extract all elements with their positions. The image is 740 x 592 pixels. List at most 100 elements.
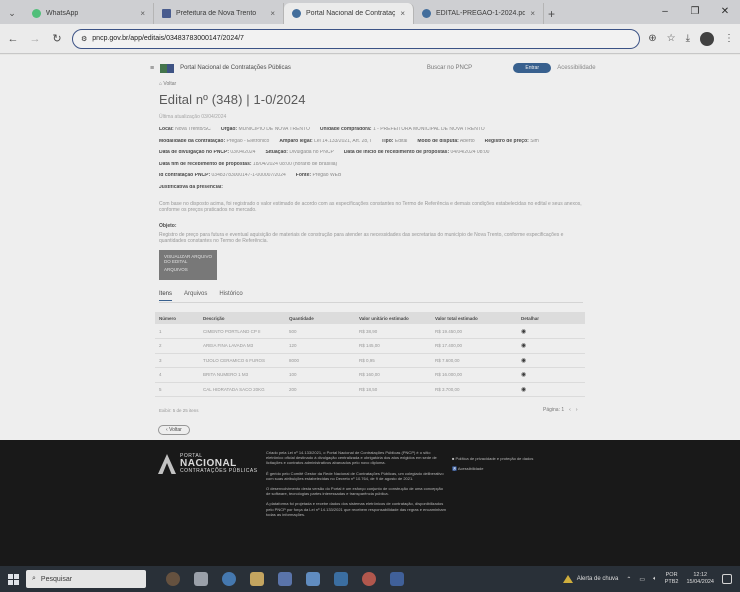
new-tab-button[interactable]: + [548, 3, 555, 24]
col-quantidade: Quantidade [285, 312, 355, 324]
pager-summary: Exibir: 5 de 25 itens [159, 408, 199, 413]
tab-historico[interactable]: Histórico [219, 291, 242, 301]
reload-icon[interactable]: ↻ [50, 32, 64, 45]
notification-icon[interactable] [722, 574, 732, 584]
gov-logo-icon[interactable] [160, 63, 175, 73]
col-detalhar: Detalhar [517, 312, 585, 324]
clock[interactable]: 12:12 15/04/2024 [686, 572, 714, 586]
login-button[interactable]: Entrar [513, 63, 552, 73]
footer-link-accessibility[interactable]: ♿ Acessibilidade [452, 464, 533, 474]
close-icon[interactable]: × [270, 9, 275, 18]
items-table: Número Descrição Quantidade Valor unitár… [155, 312, 585, 397]
window-controls: – ❐ ✕ [650, 0, 740, 22]
menu-dots-icon[interactable]: ⋮ [724, 33, 734, 44]
start-button[interactable] [0, 566, 26, 592]
edge-icon[interactable] [222, 572, 236, 586]
footer-link-privacy[interactable]: ■ Política de privacidade e proteção de … [452, 454, 533, 464]
system-tray: Alerta de chuva ⌃ ▭ 🔈︎ POR PTB2 12:12 15… [562, 572, 740, 586]
hamburger-menu-icon[interactable]: ≡ [150, 65, 154, 72]
table-row: 1 CIMENTO PORTLAND CP II 500 R$ 38,90 R$ 19.… [155, 324, 585, 339]
close-icon[interactable]: × [140, 9, 145, 18]
forward-arrow-icon[interactable]: → [28, 33, 42, 45]
prev-page-icon[interactable]: ‹ [569, 407, 571, 413]
table-cell: CAL HIDRATADA SACO 20KG [199, 382, 285, 397]
whatsapp-favicon-icon [32, 9, 41, 18]
objeto-label: Objeto: [159, 223, 177, 229]
detail-field: Órgão: MUNICIPIO DE NOVA TRENTO [220, 127, 310, 132]
table-cell: R$ 3.700,00 [431, 382, 517, 397]
footer-logo-text: PORTAL NACIONAL CONTRATAÇÕES PÚBLICAS [180, 453, 258, 474]
table-cell: CIMENTO PORTLAND CP II [199, 324, 285, 339]
table-row: 4 BRITA NUMERO 1 M3 100 R$ 160,00 R$ 16.000,… [155, 367, 585, 383]
address-bar[interactable]: ⚙ pncp.gov.br/app/editais/03483783000147… [72, 28, 641, 49]
download-icon[interactable]: ⤓ [686, 33, 690, 44]
browser-tab-pncp[interactable]: Portal Nacional de Contratação × [284, 3, 414, 24]
accessibility-link[interactable]: Acessibilidade [557, 65, 595, 71]
pncp-footer-logo[interactable]: PORTAL NACIONAL CONTRATAÇÕES PÚBLICAS [158, 454, 258, 474]
edital-file-thumbnail[interactable]: VISUALIZAR ARQUIVO DO EDITAL ARQUIVOS [159, 250, 217, 280]
file-explorer-icon[interactable] [250, 572, 264, 586]
weather-alert-icon [562, 575, 573, 583]
screenshot: ⌄ WhatsApp × Prefeitura de Nova Trento ×… [0, 0, 740, 592]
profile-avatar[interactable] [700, 31, 714, 46]
calendar-icon[interactable] [278, 572, 292, 586]
close-window-icon[interactable]: ✕ [710, 0, 740, 22]
back-button[interactable]: ‹ Voltar [158, 425, 190, 435]
table-cell: AREIA FINA LAVADA M3 [199, 338, 285, 354]
detail-row: Data de divulgação no PNCP: 03/04/2024 Si… [159, 150, 589, 162]
tab-arquivos[interactable]: Arquivos [184, 291, 207, 301]
url-text[interactable]: pncp.gov.br/app/editais/03483783000147/2… [92, 35, 244, 42]
detail-row: Data fim de recebimento de propostas: 18… [159, 162, 589, 174]
tray-chevron-icon[interactable]: ⌃ [626, 576, 631, 583]
site-info-icon[interactable]: ⚙ [81, 35, 87, 43]
view-details-icon[interactable]: ◉ [517, 382, 585, 397]
table-cell: BRITA NUMERO 1 M3 [199, 367, 285, 383]
tab-title: WhatsApp [46, 10, 79, 17]
breadcrumb[interactable]: ⌂ Voltar [159, 81, 176, 87]
mail-icon[interactable] [334, 572, 348, 586]
view-details-icon[interactable]: ◉ [517, 353, 585, 368]
view-details-icon[interactable]: ◉ [517, 367, 585, 383]
weather-widget[interactable]: Alerta de chuva [562, 575, 618, 583]
detail-row: Id contratação PNCP: 03483783000147-1-00… [159, 173, 589, 185]
browser-tab-pdf[interactable]: EDITAL-PREGAO-1-2024.pdf × [414, 3, 544, 24]
browser-tab-prefeitura[interactable]: Prefeitura de Nova Trento × [154, 3, 284, 24]
prefeitura-favicon-icon [162, 9, 171, 18]
pdf-favicon-icon [422, 9, 431, 18]
detail-field: Fonte: Pregão WEB [295, 173, 342, 178]
language-indicator[interactable]: POR PTB2 [665, 572, 679, 586]
word-icon[interactable] [390, 572, 404, 586]
taskbar-search-input[interactable]: ⌕ Pesquisar [26, 570, 146, 588]
detail-field: Registro de preço: Sim [484, 138, 539, 144]
site-search-input[interactable]: Buscar no PNCP [427, 65, 472, 71]
maximize-icon[interactable]: ❐ [680, 0, 710, 22]
col-descricao: Descrição [199, 312, 285, 324]
task-view-icon[interactable] [194, 572, 208, 586]
close-icon[interactable]: × [400, 9, 405, 18]
tab-title: EDITAL-PREGAO-1-2024.pdf [436, 10, 526, 17]
next-page-icon[interactable]: › [576, 407, 578, 413]
detail-field: Justificativa da presencial: [159, 184, 223, 190]
tab-itens[interactable]: Itens [159, 291, 173, 301]
taskbar-apps [166, 572, 404, 586]
table-cell: 1 [155, 324, 199, 339]
zoom-icon[interactable]: ⊕ [648, 33, 656, 44]
view-details-icon[interactable]: ◉ [517, 324, 585, 339]
volume-icon[interactable]: 🔈︎ [653, 576, 657, 583]
bookmark-star-icon[interactable]: ☆ [667, 33, 676, 44]
browser-tab-whatsapp[interactable]: WhatsApp × [24, 3, 154, 24]
back-arrow-icon[interactable]: ← [6, 33, 20, 45]
detail-field: Data fim de recebimento de propostas: 18… [159, 161, 338, 167]
view-details-icon[interactable]: ◉ [517, 338, 585, 354]
chrome-icon[interactable] [362, 572, 376, 586]
tab-search-icon[interactable]: ⌄ [0, 3, 24, 24]
widget-icon[interactable] [166, 572, 180, 586]
close-icon[interactable]: × [530, 9, 535, 18]
network-icon[interactable]: ▭ [639, 576, 645, 583]
detail-field: Data de divulgação no PNCP: 03/04/2024 [159, 150, 256, 155]
site-name[interactable]: Portal Nacional de Contratações Públicas [180, 65, 291, 71]
table-cell: R$ 18,50 [355, 382, 431, 397]
table-cell: R$ 17.400,00 [431, 338, 517, 354]
store-icon[interactable] [306, 572, 320, 586]
minimize-icon[interactable]: – [650, 0, 680, 22]
